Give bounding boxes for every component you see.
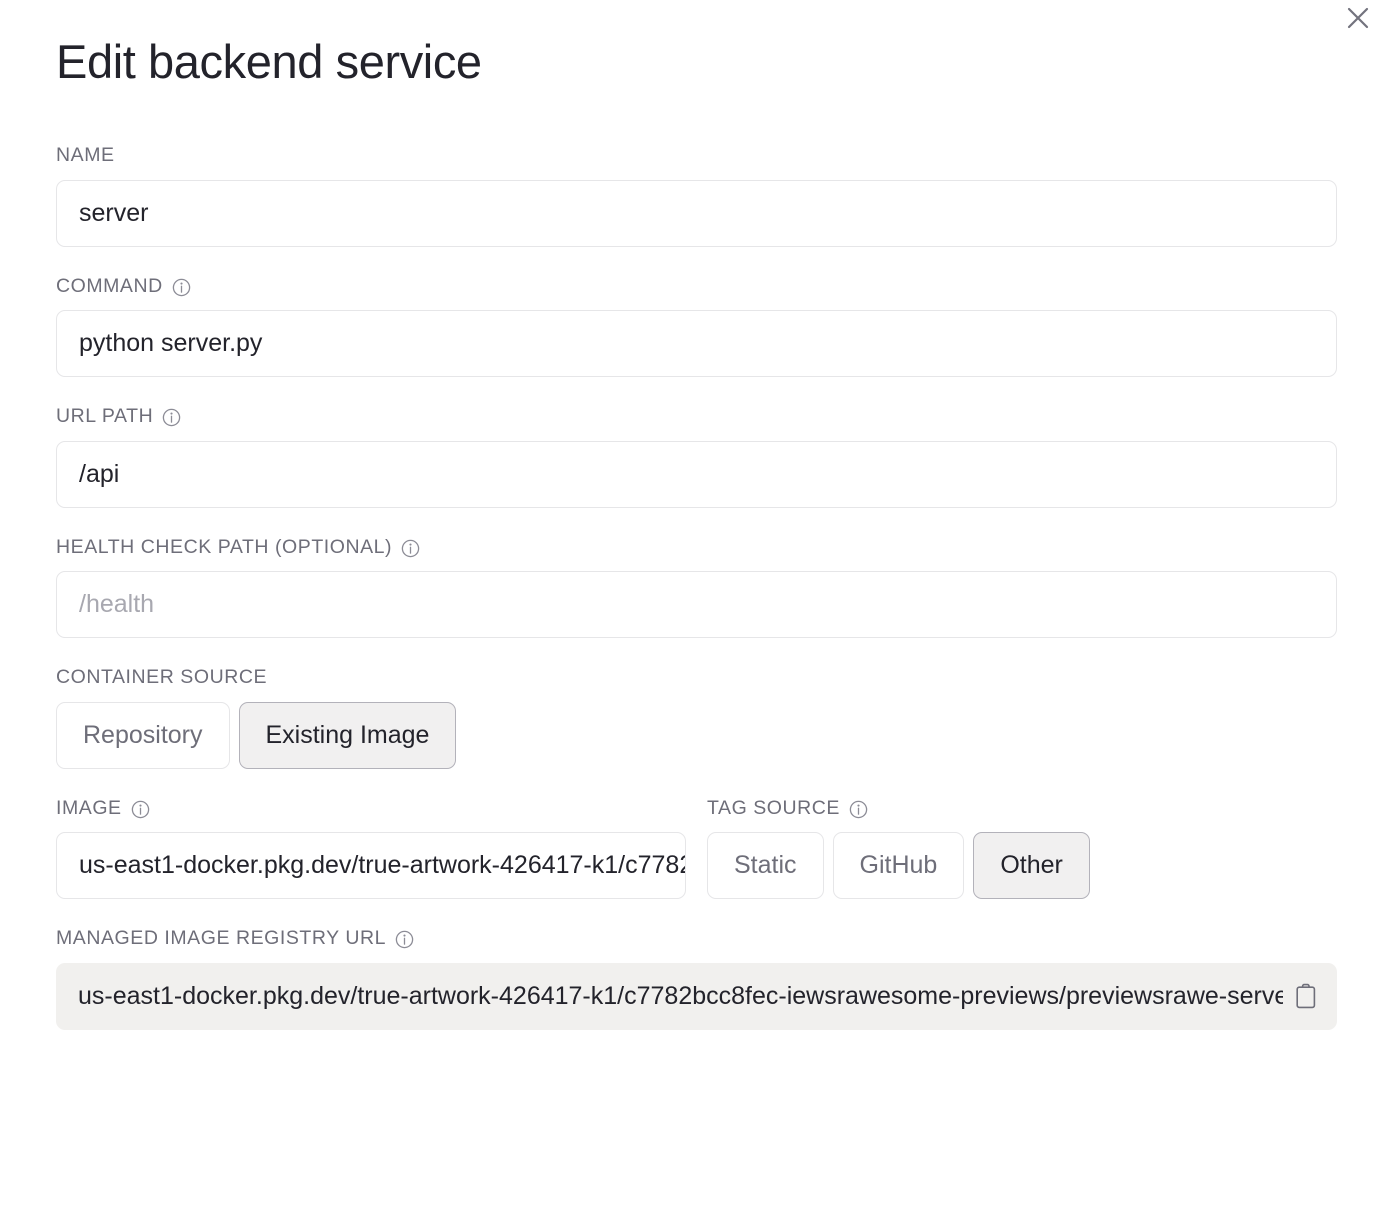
close-icon-button[interactable] [1336, 0, 1380, 36]
page-title: Edit backend service [56, 35, 482, 88]
label-health-check-path: HEALTH CHECK PATH (OPTIONAL) [56, 535, 1337, 558]
service-form: NAME server COMMAND python server.py URL… [56, 144, 1337, 1030]
info-icon[interactable] [401, 539, 420, 558]
tag-source-option-other[interactable]: Other [973, 832, 1090, 899]
label-image-text: IMAGE [56, 796, 122, 819]
field-managed-image-registry-url: MANAGED IMAGE REGISTRY URL us-east1-dock… [56, 927, 1337, 1030]
field-container-source: CONTAINER SOURCE Repository Existing Ima… [56, 666, 1337, 769]
info-icon[interactable] [172, 278, 191, 297]
container-source-button-group: Repository Existing Image [56, 701, 1337, 769]
tag-source-option-static[interactable]: Static [707, 832, 824, 899]
command-input[interactable]: python server.py [56, 310, 1337, 377]
image-and-tag-source-row: IMAGE us-east1-docker.pkg.dev/true-artwo… [56, 796, 1337, 899]
health-check-path-input[interactable]: /health [56, 571, 1337, 638]
container-source-option-existing-image[interactable]: Existing Image [238, 701, 457, 769]
label-name: NAME [56, 144, 1337, 166]
label-managed-image-registry-url-text: MANAGED IMAGE REGISTRY URL [56, 927, 386, 949]
label-managed-image-registry-url: MANAGED IMAGE REGISTRY URL [56, 927, 1337, 949]
managed-image-registry-url-box: us-east1-docker.pkg.dev/true-artwork-426… [56, 962, 1337, 1030]
info-icon[interactable] [395, 930, 414, 949]
url-path-input[interactable]: /api [56, 440, 1337, 508]
label-image: IMAGE [56, 796, 686, 819]
field-command: COMMAND python server.py [56, 274, 1337, 377]
name-input[interactable]: server [56, 179, 1337, 247]
field-image: IMAGE us-east1-docker.pkg.dev/true-artwo… [56, 796, 686, 899]
tag-source-button-group: Static GitHub Other [707, 832, 1090, 899]
close-icon [1345, 5, 1371, 31]
label-container-source: CONTAINER SOURCE [56, 666, 1337, 688]
edit-backend-service-dialog: Edit backend service NAME server COMMAND [0, 0, 1398, 1214]
label-container-source-text: CONTAINER SOURCE [56, 666, 268, 688]
field-name: NAME server [56, 144, 1337, 247]
container-source-option-repository[interactable]: Repository [56, 701, 230, 769]
info-icon[interactable] [162, 408, 181, 427]
label-tag-source-text: TAG SOURCE [707, 796, 840, 819]
label-command: COMMAND [56, 274, 1337, 297]
info-icon[interactable] [849, 800, 868, 819]
info-icon[interactable] [131, 800, 150, 819]
field-url-path: URL PATH /api [56, 405, 1337, 508]
image-input[interactable]: us-east1-docker.pkg.dev/true-artwork-426… [56, 832, 686, 899]
label-url-path-text: URL PATH [56, 405, 154, 427]
label-url-path: URL PATH [56, 405, 1337, 427]
label-command-text: COMMAND [56, 274, 163, 297]
managed-image-registry-url-value: us-east1-docker.pkg.dev/true-artwork-426… [78, 983, 1283, 1009]
label-name-text: NAME [56, 144, 115, 166]
label-health-check-path-text: HEALTH CHECK PATH (OPTIONAL) [56, 535, 393, 558]
field-health-check-path: HEALTH CHECK PATH (OPTIONAL) /health [56, 535, 1337, 638]
field-tag-source: TAG SOURCE Static GitHub Other [707, 796, 1090, 899]
label-tag-source: TAG SOURCE [707, 796, 1090, 819]
copy-icon[interactable] [1293, 982, 1319, 1010]
tag-source-option-github[interactable]: GitHub [832, 832, 965, 899]
